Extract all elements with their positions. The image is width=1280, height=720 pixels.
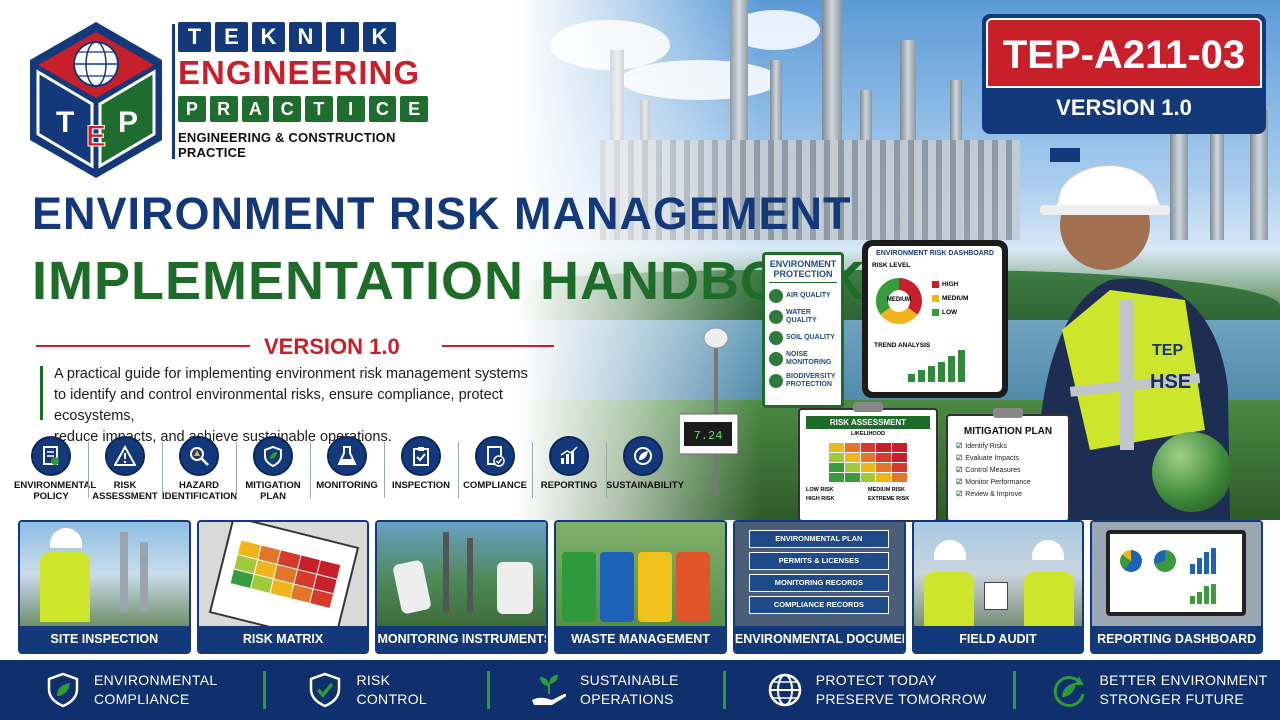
soil-icon [769,331,783,345]
card-field-audit: FIELD AUDIT [911,520,1085,654]
feature-hazard-identification: HAZARD IDENTIFICATION [162,434,237,514]
shield-leaf-icon [44,671,82,709]
risk-grid [829,443,907,482]
brand-subtitle: ENGINEERING & CONSTRUCTION PRACTICE [178,130,396,160]
helmet-logo-icon [1050,148,1080,162]
binder-compliance-records: COMPLIANCE RECORDS [748,596,889,614]
banner-risk-control: RISK CONTROL [266,671,427,709]
svg-text:T: T [56,106,74,139]
binder-monitoring-records: MONITORING RECORDS [748,574,889,592]
feature-icon-row: ENVIRONMENTAL POLICY RISK ASSESSMENT HAZ… [14,434,714,514]
banner-sustainable-operations: SUSTAINABLE OPERATIONS [490,671,679,709]
check-icon: ☑ [956,443,963,450]
brand-wordmark: T E K N I K ENGINEERING P R A C T I C E … [172,22,428,160]
risk-dashboard-tablet: ENVIRONMENT RISK DASHBOARD RISK LEVEL ME… [862,240,1008,398]
feature-monitoring: MONITORING [310,434,384,514]
document-version: VERSION 1.0 [1056,95,1192,120]
feature-inspection: INSPECTION [384,434,458,514]
document-code: TEP-A211-03 [986,18,1262,88]
svg-text:E: E [86,120,106,153]
card-monitoring-instruments: MONITORING INSTRUMENTS [375,520,549,654]
binder-environmental-plan: ENVIRONMENTAL PLAN [748,530,889,548]
bottom-banner: ENVIRONMENTAL COMPLIANCE RISK CONTROL SUST… [0,660,1280,720]
vest-hse-label: HSE [1150,371,1191,393]
monitoring-station: 7.24 [680,327,739,496]
document-code-badge: TEP-A211-03 VERSION 1.0 [982,14,1266,134]
station-display: 7.24 [694,429,723,443]
title-version: VERSION 1.0 [36,334,556,359]
air-icon [769,289,783,303]
page-title-line2: IMPLEMENTATION HANDBOOK [32,251,866,311]
card-risk-matrix: RISK MATRIX [196,520,370,654]
card-reporting-dashboard: REPORTING DASHBOARD [1090,520,1264,654]
card-environmental-documentation: ENVIRONMENTAL PLAN PERMITS & LICENSES MO… [732,520,906,654]
mitigation-plan-clipboard: MITIGATION PLAN ☑ Identify Risks ☑ Evaluat… [946,408,1070,522]
environment-protection-sign: ENVIRONMENT PROTECTION AIR QUALITY WATER… [762,252,844,408]
warning-icon [105,436,145,476]
risk-assessment-clipboard: RISK ASSESSMENT LIKELIHOOD LOW RISK MEDIU… [798,402,938,522]
feature-sustainability: SUSTAINABILITY [606,434,684,514]
page-title-line1: ENVIRONMENT RISK MANAGEMENT [32,188,852,239]
brand-engineering: ENGINEERING [178,54,421,91]
trend-bars [908,350,965,382]
water-drop-icon [769,310,783,324]
brand-teknik: T E K N I K [178,22,428,52]
clipboard-icon [401,436,441,476]
check-icon: ☑ [956,479,963,486]
banner-protect-today: PROTECT TODAY PRESERVE TOMORROW [726,671,987,709]
binder-permits: PERMITS & LICENSES [748,552,889,570]
check-icon: ☑ [956,455,963,462]
feature-environmental-policy: ENVIRONMENTAL POLICY [14,434,96,514]
shield-check-icon [306,671,344,709]
document-check-icon [475,436,515,476]
leaf-icon [623,436,663,476]
feature-reporting: REPORTING [532,434,606,514]
brand-practice: P R A C T I C E [178,96,428,122]
biodiversity-icon [769,374,783,388]
card-waste-management: WASTE MANAGEMENT [554,520,727,654]
svg-text:P: P [118,106,138,139]
flask-icon [327,436,367,476]
vest-logo: TEP [1152,342,1183,359]
photo-strip: SITE INSPECTION RISK MATRIX MONITORING I… [18,520,1264,654]
feature-compliance: COMPLIANCE [458,434,532,514]
hand-plant-icon [530,671,568,709]
feature-mitigation-plan: MITIGATION PLAN [236,434,310,514]
check-icon: ☑ [956,491,963,498]
globe-icon [766,671,804,709]
magnifier-icon [179,436,219,476]
recycle-leaf-icon [1050,671,1088,709]
bar-chart-icon [549,436,589,476]
card-site-inspection: SITE INSPECTION [18,520,191,654]
noise-icon [769,352,783,366]
banner-better-environment: BETTER ENVIRONMENT STRONGER FUTURE [1016,671,1268,709]
tep-logo-icon: T E P [30,22,162,178]
banner-environmental-compliance: ENVIRONMENTAL COMPLIANCE [0,671,217,709]
shield-leaf-icon [253,436,293,476]
policy-icon [31,436,71,476]
earth-globe-icon [1152,432,1232,512]
feature-risk-assessment: RISK ASSESSMENT [88,434,162,514]
check-icon: ☑ [956,467,963,474]
